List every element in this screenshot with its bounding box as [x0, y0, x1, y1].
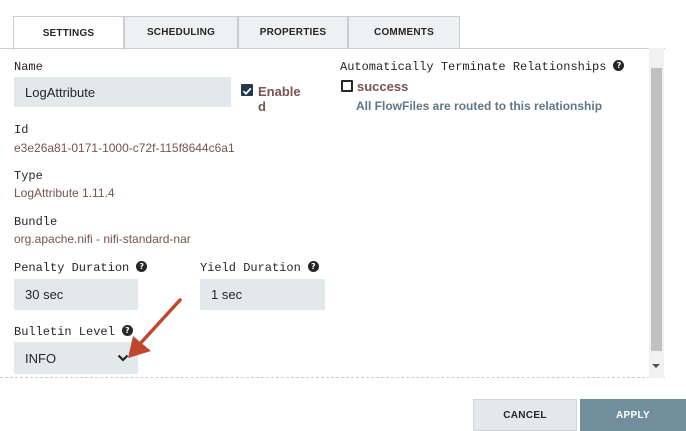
tab-settings[interactable]: SETTINGS: [13, 16, 124, 50]
bulletin-level-value: INFO: [25, 350, 57, 366]
type-value: LogAttribute 1.11.4: [14, 186, 115, 200]
cancel-button[interactable]: CANCEL: [473, 399, 577, 431]
help-icon[interactable]: ?: [136, 261, 148, 273]
id-value: e3e26a81-0171-1000-c72f-115f8644c6a1: [14, 141, 235, 155]
bulletin-level-label: Bulletin Level?: [14, 325, 133, 339]
tab-scheduling[interactable]: SCHEDULING: [124, 16, 238, 49]
relationship-name: success: [357, 79, 409, 94]
bundle-value: org.apache.nifi - nifi-standard-nar: [14, 232, 191, 246]
id-label: Id: [14, 123, 29, 137]
yield-duration-input[interactable]: 1 sec: [200, 279, 325, 310]
apply-button[interactable]: APPLY: [580, 399, 686, 431]
help-icon[interactable]: ?: [613, 60, 625, 72]
annotation-arrow-icon: [128, 298, 182, 358]
scroll-down-arrow-icon[interactable]: [652, 364, 660, 368]
tab-properties[interactable]: PROPERTIES: [238, 16, 348, 49]
yield-duration-label: Yield Duration?: [200, 261, 319, 275]
penalty-duration-label: Penalty Duration?: [14, 261, 148, 275]
name-input[interactable]: LogAttribute: [14, 77, 231, 107]
tab-comments[interactable]: COMMENTS: [348, 16, 460, 49]
bundle-label: Bundle: [14, 215, 58, 229]
relationships-label: Automatically Terminate Relationships?: [340, 60, 625, 74]
check-icon: [242, 87, 252, 96]
name-label: Name: [14, 60, 43, 74]
help-icon[interactable]: ?: [307, 261, 319, 273]
enabled-checkbox[interactable]: [241, 84, 253, 96]
enabled-label: Enable d: [258, 84, 301, 114]
relationship-description: All FlowFiles are routed to this relatio…: [356, 99, 603, 113]
scrollbar-thumb[interactable]: [651, 68, 662, 351]
success-checkbox[interactable]: [341, 80, 353, 92]
type-label: Type: [14, 169, 43, 183]
settings-pane: Name LogAttribute Enable d Id e3e26a81-0…: [0, 48, 665, 378]
